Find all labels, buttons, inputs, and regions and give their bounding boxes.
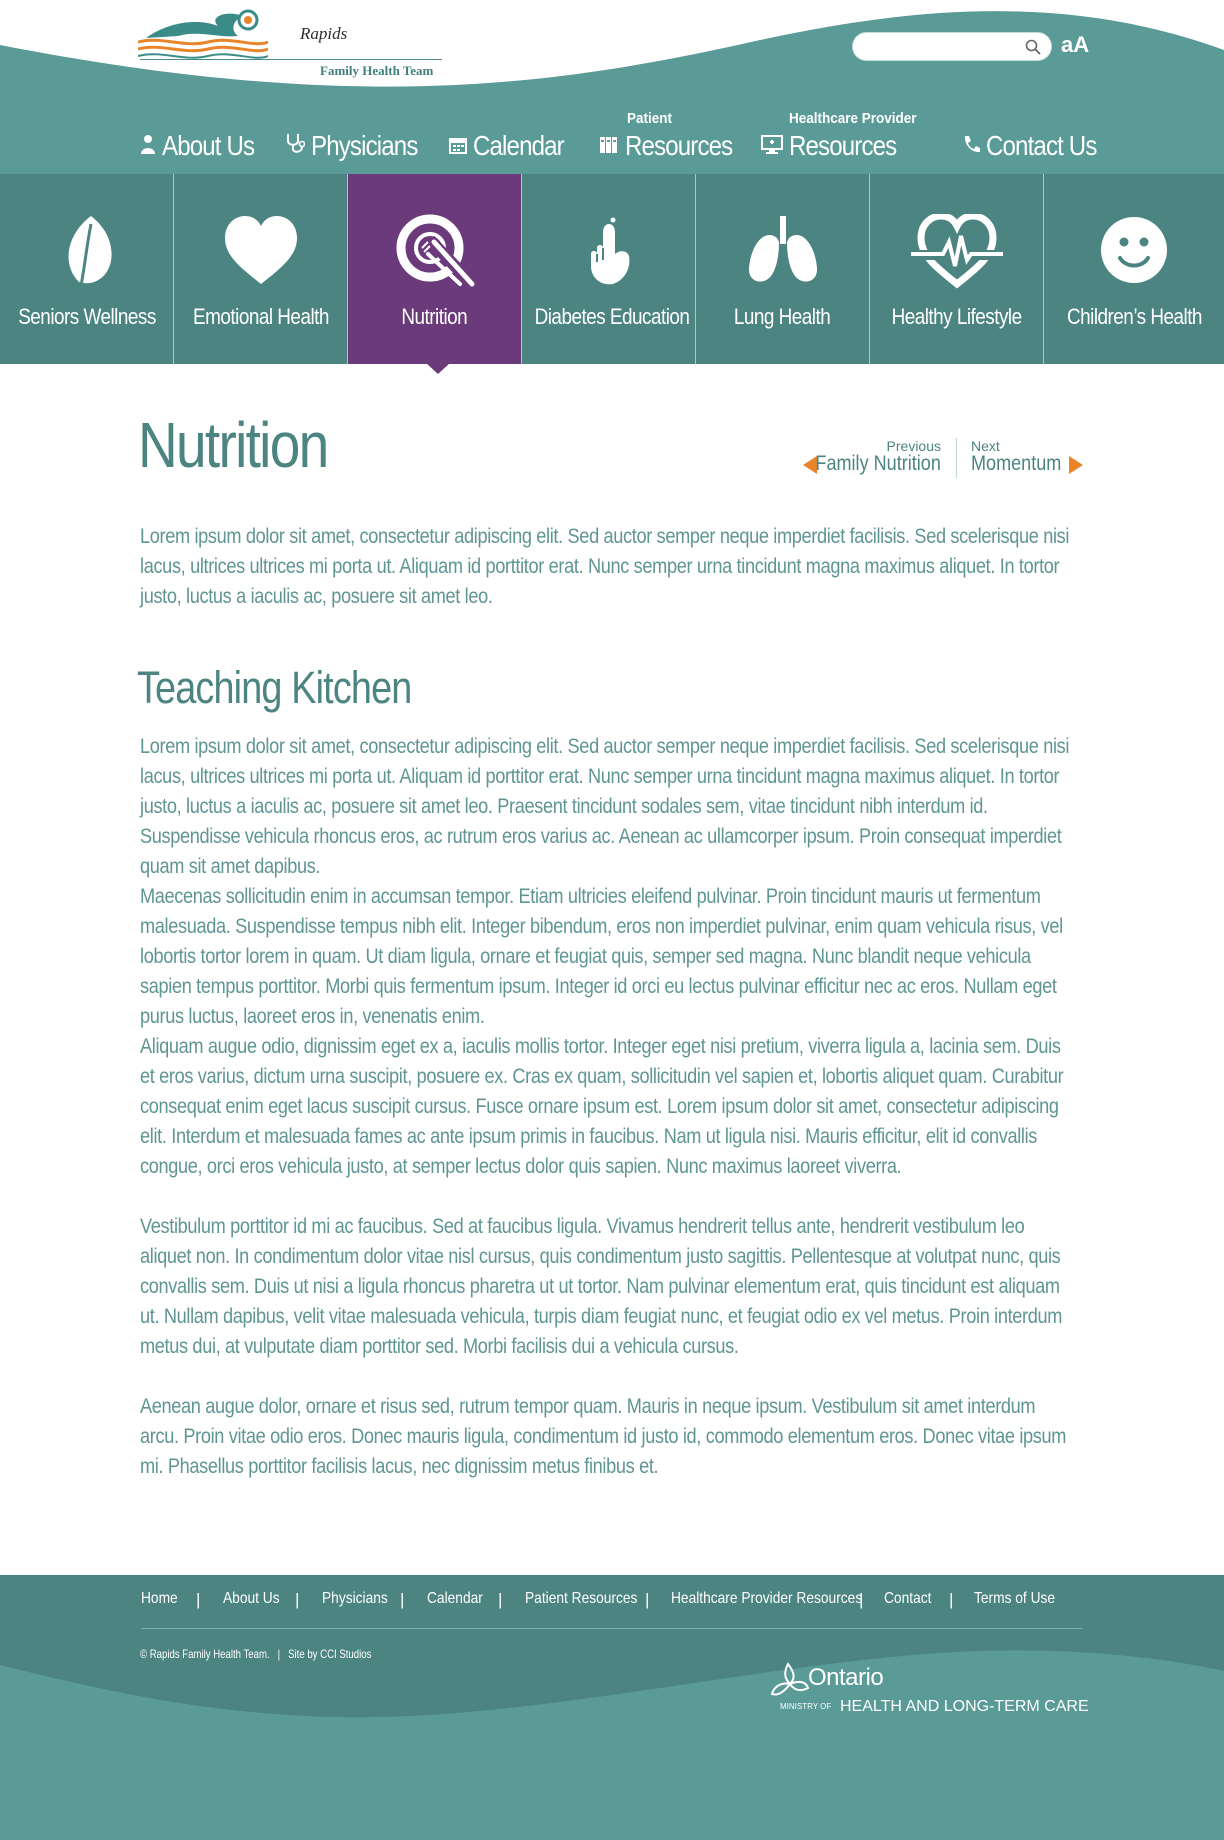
section-title: Teaching Kitchen (137, 662, 412, 713)
body-paragraph: Aliquam augue odio, dignissim eget ex a,… (140, 1035, 1064, 1178)
page-title: Nutrition (138, 409, 329, 481)
ministry-of-text: MINISTRY OF (780, 1702, 832, 1711)
nav-patient-resources-label: Resources (625, 130, 733, 161)
nav-contact-us[interactable]: Contact Us (962, 100, 1115, 160)
intro-paragraph: Lorem ipsum dolor sit amet, consectetur … (140, 525, 1070, 608)
right-arrow-icon (1069, 456, 1083, 474)
body-paragraph: Vestibulum porttitor id mi ac faucibus. … (140, 1215, 1063, 1358)
body-paragraph: Aenean augue dolor, ornare et risus sed,… (140, 1395, 1067, 1478)
footer-link-patient-resources[interactable]: Patient Resources (525, 1590, 637, 1608)
logo-brand: Rapids (300, 24, 348, 43)
search-box (852, 32, 1052, 61)
nav-physicians[interactable]: Physicians (285, 100, 435, 160)
heart-icon (224, 216, 297, 284)
finger-prick-icon (590, 217, 629, 285)
calendar-icon (449, 138, 467, 154)
monitor-icon (761, 135, 783, 154)
footer-separator: | (196, 1590, 201, 1609)
site-logo[interactable]: Rapids Family Health Team (138, 8, 443, 84)
category-emotional-health[interactable]: Emotional Health (174, 174, 348, 364)
person-icon (141, 135, 155, 154)
footer-link-physicians[interactable]: Physicians (322, 1590, 388, 1608)
footer-link-contact[interactable]: Contact (884, 1590, 931, 1608)
search-icon[interactable] (1025, 39, 1041, 55)
category-label: Children’s Health (1066, 304, 1202, 329)
nav-physicians-label: Physicians (311, 130, 418, 161)
nav-calendar-label: Calendar (473, 130, 565, 161)
phone-icon (964, 136, 980, 153)
ontario-ministry-logo[interactable]: Ontario MINISTRY OF HEALTH AND LONG-TERM… (770, 1662, 1090, 1732)
footer-separator: | (277, 1647, 281, 1661)
stethoscope-icon (287, 134, 305, 153)
footer-separator: | (295, 1590, 300, 1609)
prev-next-divider (956, 438, 957, 478)
footer-divider (141, 1628, 1082, 1629)
footer-link-calendar[interactable]: Calendar (427, 1590, 483, 1608)
category-nutrition[interactable]: Nutrition (348, 174, 522, 364)
category-lung-health[interactable]: Lung Health (696, 174, 870, 364)
footer-link-home[interactable]: Home (141, 1590, 178, 1608)
category-label: Seniors Wellness (17, 304, 156, 329)
nav-contact-us-label: Contact Us (986, 130, 1097, 161)
active-category-pointer (426, 363, 450, 374)
footer-separator: | (645, 1590, 650, 1609)
previous-title: Family Nutrition (815, 452, 941, 475)
nav-patient-resources-prefix: Patient (627, 110, 673, 127)
previous-link[interactable]: Previous Family Nutrition (803, 438, 941, 482)
site-header: Rapids Family Health Team aA About Us Ph… (0, 0, 1224, 174)
plate-fork-knife-icon (396, 214, 478, 291)
trillium-icon (770, 1662, 810, 1696)
category-label: Nutrition (401, 304, 468, 329)
books-icon (600, 137, 617, 153)
body-paragraph: Lorem ipsum dolor sit amet, consectetur … (140, 735, 1070, 878)
category-label: Emotional Health (192, 304, 329, 329)
footer-link-about-us[interactable]: About Us (223, 1590, 280, 1608)
nav-about-us[interactable]: About Us (140, 100, 269, 160)
footer-separator: | (949, 1590, 954, 1609)
nav-provider-resources[interactable]: Healthcare Provider Resources (761, 100, 917, 161)
nav-patient-resources[interactable]: Patient Resources (599, 100, 750, 160)
footer-link-provider-resources[interactable]: Healthcare Provider Resources (671, 1590, 862, 1608)
smiley-icon (1101, 217, 1167, 283)
nav-provider-resources-prefix: Healthcare Provider (789, 110, 917, 127)
heartbeat-icon (910, 212, 1003, 289)
next-link[interactable]: Next Momentum (971, 438, 1083, 482)
leaf-icon (68, 216, 112, 287)
logo-rule (140, 59, 442, 60)
category-label: Healthy Lifestyle (891, 304, 1022, 329)
category-strip: Seniors Wellness Emotional Health Nutrit… (0, 174, 1224, 364)
category-label: Lung Health (734, 304, 831, 329)
site-footer: Home | About Us | Physicians | Calendar … (0, 1575, 1224, 1840)
category-label: Diabetes Education (534, 304, 690, 329)
wave-logo-icon (138, 9, 268, 59)
ontario-wordmark: Ontario (808, 1664, 884, 1691)
category-diabetes-education[interactable]: Diabetes Education (522, 174, 696, 364)
lungs-icon (748, 216, 817, 282)
category-childrens-health[interactable]: Children’s Health (1044, 174, 1224, 364)
footer-separator: | (498, 1590, 503, 1609)
footer-separator: | (400, 1590, 405, 1609)
main-nav: About Us Physicians Calendar Patient Res… (0, 100, 1224, 160)
logo-subtitle: Family Health Team (320, 63, 434, 78)
copyright-text: © Rapids Family Health Team. (140, 1647, 270, 1661)
footer-link-terms[interactable]: Terms of Use (974, 1590, 1055, 1608)
font-size-toggle[interactable]: aA (1061, 32, 1089, 58)
footer-separator: | (859, 1590, 864, 1609)
next-title: Momentum (971, 452, 1062, 475)
body-paragraph: Maecenas sollicitudin enim in accumsan t… (140, 885, 1063, 1028)
nav-about-us-label: About Us (162, 130, 255, 161)
site-credit-link[interactable]: Site by CCI Studios (288, 1647, 371, 1661)
search-input[interactable] (867, 34, 1031, 61)
footer-copyright-line: © Rapids Family Health Team. | Site by C… (140, 1647, 371, 1661)
category-healthy-lifestyle[interactable]: Healthy Lifestyle (870, 174, 1044, 364)
ministry-name: HEALTH AND LONG-TERM CARE (840, 1698, 1089, 1715)
category-seniors-wellness[interactable]: Seniors Wellness (0, 174, 174, 364)
nav-calendar[interactable]: Calendar (449, 100, 579, 160)
nav-provider-resources-label: Resources (789, 130, 897, 161)
